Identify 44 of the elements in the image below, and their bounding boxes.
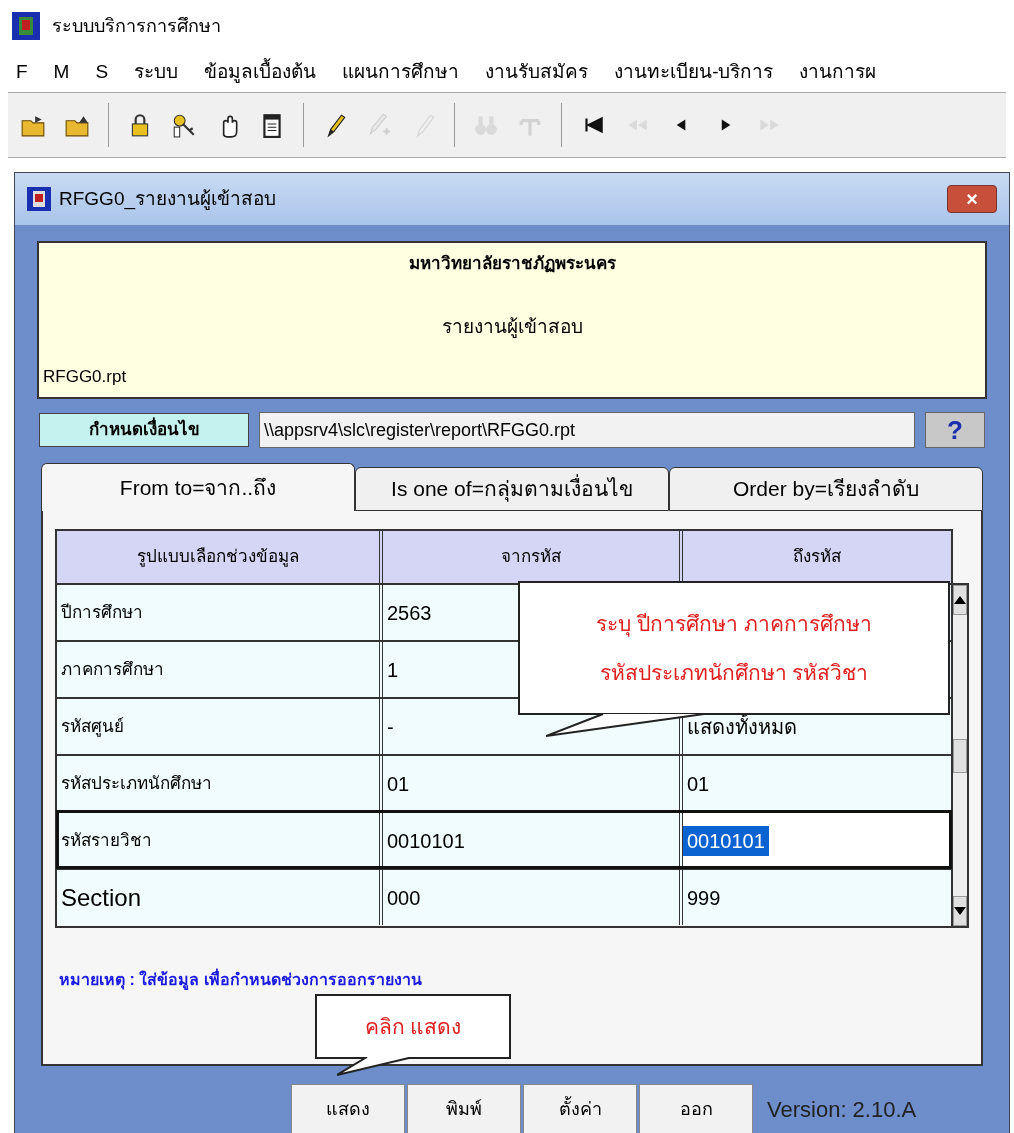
scroll-up-icon[interactable] <box>954 596 966 604</box>
scrollbar[interactable] <box>953 583 969 928</box>
tab[interactable]: Order by=เรียงลำดับ <box>669 467 983 511</box>
keys-icon[interactable] <box>171 112 197 138</box>
menu-item[interactable]: แผนการศึกษา <box>342 57 460 87</box>
menu-item[interactable]: ระบบ <box>134 57 179 87</box>
dialog-icon <box>27 187 51 211</box>
table-cell[interactable]: แสดงทั้งหมด <box>683 711 801 742</box>
dialog-title: RFGG0_รายงานผู้เข้าสอบ <box>59 186 278 212</box>
condition-label: กำหนดเงื่อนไข <box>39 413 249 447</box>
university-name: มหาวิทยาลัยราชภัฏพระนคร <box>407 253 617 275</box>
menu-item[interactable]: งานทะเบียน-บริการ <box>614 57 774 87</box>
report-title: รายงานผู้เข้าสอบ <box>440 314 584 340</box>
callout-text: ระบุ ปีการศึกษา ภาคการศึกษา <box>596 610 872 639</box>
scroll-thumb[interactable] <box>953 738 967 773</box>
menu-item[interactable]: งานรับสมัคร <box>485 57 589 87</box>
callout-text: รหัสประเภทนักศึกษา รหัสวิชา <box>599 660 869 686</box>
callout-text: คลิก แสดง <box>364 1013 462 1040</box>
app-icon <box>12 12 40 40</box>
scroll-down-icon[interactable] <box>954 907 966 915</box>
table-cell[interactable]: 01 <box>683 768 714 799</box>
close-button[interactable]: × <box>947 185 997 213</box>
tab[interactable]: Is one of=กลุ่มตามเงื่อนไข <box>355 467 669 511</box>
menu-item[interactable]: M <box>53 57 70 87</box>
report-file: RFGG0.rpt <box>43 365 128 388</box>
menu-item[interactable]: F <box>16 57 28 87</box>
action-button[interactable]: แสดง <box>291 1084 405 1133</box>
action-button[interactable]: ออก <box>639 1084 753 1133</box>
help-button[interactable]: ? <box>925 412 985 448</box>
menu-item[interactable]: ข้อมูลเบื้องต้น <box>204 57 317 87</box>
tab[interactable]: From to=จาก..ถึง <box>41 463 355 511</box>
action-button[interactable]: ตั้งค่า <box>523 1084 637 1133</box>
menu-item[interactable]: S <box>95 57 109 87</box>
table-cell[interactable]: 0010101 <box>683 825 769 856</box>
version-text: Version: 2.10.A <box>767 1095 917 1124</box>
action-button[interactable]: พิมพ์ <box>407 1084 521 1133</box>
table-cell[interactable]: 000 <box>383 870 683 925</box>
table-cell: Section <box>57 870 383 925</box>
report-path-field[interactable]: \\appsrv4\slc\register\report\RFGG0.rpt <box>259 412 915 448</box>
app-title: ระบบบริการการศึกษา <box>52 14 221 38</box>
table-cell[interactable]: 999 <box>683 882 725 913</box>
note-text: หมายเหตุ : ใส่ข้อมูล เพื่อกำหนดช่วงการออกรายงาน <box>59 968 969 992</box>
column-header: ถึงรหัส <box>792 546 842 569</box>
menu-item[interactable]: งานการผ <box>799 57 877 87</box>
